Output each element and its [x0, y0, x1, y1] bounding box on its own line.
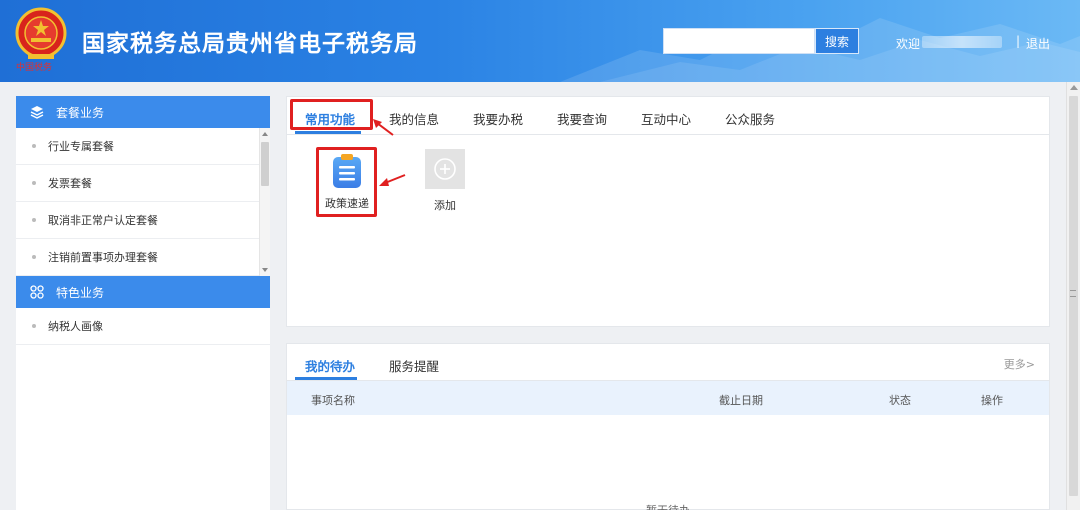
- tab-my-todo[interactable]: 我的待办: [305, 356, 355, 375]
- more-link[interactable]: 更多>: [1004, 356, 1035, 372]
- tab-my-info[interactable]: 我的信息: [389, 109, 439, 128]
- highlight-box-tab: [290, 99, 373, 130]
- logout-link[interactable]: 退出: [1026, 35, 1050, 52]
- sidebar: 套餐业务 行业专属套餐 发票套餐 取消非正常户认定套餐 注销前置事项办理套餐 特…: [16, 96, 270, 510]
- column-deadline: 截止日期: [719, 394, 763, 407]
- sidebar-section-featured[interactable]: 特色业务: [16, 276, 270, 308]
- sidebar-section-title: 特色业务: [56, 285, 105, 300]
- scroll-up-arrow-icon[interactable]: [262, 132, 268, 136]
- policy-express-tile[interactable]: 政策速递: [319, 153, 375, 211]
- active-tab-underline: [295, 131, 361, 134]
- bullet-dot: [32, 181, 36, 185]
- tab-service-reminder[interactable]: 服务提醒: [389, 356, 439, 375]
- search-button[interactable]: 搜索: [815, 28, 859, 54]
- column-item-name: 事项名称: [311, 394, 355, 407]
- bullet-dot: [32, 255, 36, 259]
- todo-panel: 我的待办 服务提醒 更多> 事项名称 截止日期 状态 操作 暂无待办: [286, 343, 1050, 510]
- common-functions-panel: 常用功能 我的信息 我要办税 我要查询 互动中心 公众服务 政策速递 添加: [286, 96, 1050, 327]
- sidebar-item-industry-package[interactable]: 行业专属套餐: [16, 128, 270, 165]
- column-status: 状态: [889, 394, 911, 407]
- scroll-down-arrow-icon[interactable]: [262, 268, 268, 272]
- todo-table-header: 事项名称 截止日期 状态 操作: [287, 381, 1049, 415]
- annotation-arrow-icon: [379, 174, 406, 186]
- function-tabs: 常用功能 我的信息 我要办税 我要查询 互动中心 公众服务: [287, 97, 1049, 135]
- sidebar-item-invoice-package[interactable]: 发票套餐: [16, 165, 270, 202]
- grid-icon: [30, 285, 44, 299]
- column-action: 操作: [981, 394, 1003, 407]
- sidebar-item-deregistration-package[interactable]: 注销前置事项办理套餐: [16, 239, 270, 276]
- tab-query[interactable]: 我要查询: [557, 109, 607, 128]
- search-input[interactable]: [663, 28, 815, 54]
- top-header: 中国税务 国家税务总局贵州省电子税务局 搜索 欢迎 | 退出: [0, 0, 1080, 82]
- sidebar-item-label: 行业专属套餐: [48, 140, 114, 153]
- todo-tabs: 我的待办 服务提醒 更多>: [287, 344, 1049, 381]
- header-separator: |: [1016, 34, 1021, 48]
- document-list-icon: [331, 153, 363, 189]
- scroll-up-arrow-icon[interactable]: [1070, 85, 1078, 90]
- bullet-dot: [32, 324, 36, 328]
- site-title: 国家税务总局贵州省电子税务局: [82, 31, 418, 57]
- scroll-thumb[interactable]: [261, 142, 269, 186]
- emblem-caption: 中国税务: [16, 63, 53, 73]
- active-tab-underline: [295, 377, 357, 380]
- layers-icon: [30, 105, 44, 119]
- sidebar-package-list: 行业专属套餐 发票套餐 取消非正常户认定套餐 注销前置事项办理套餐: [16, 128, 270, 276]
- username-redacted: [922, 36, 1002, 48]
- sidebar-scrollbar[interactable]: [259, 128, 270, 276]
- welcome-text: 欢迎: [896, 37, 921, 51]
- scroll-grip-icon: [1070, 290, 1076, 297]
- tab-tax-filing[interactable]: 我要办税: [473, 109, 523, 128]
- sidebar-section-title: 套餐业务: [56, 105, 105, 120]
- tab-public-service[interactable]: 公众服务: [725, 109, 775, 128]
- sidebar-section-package[interactable]: 套餐业务: [16, 96, 270, 128]
- plus-circle-icon: [425, 149, 465, 189]
- sidebar-item-label: 注销前置事项办理套餐: [48, 251, 158, 264]
- sidebar-item-taxpayer-profile[interactable]: 纳税人画像: [16, 308, 270, 345]
- annotation-arrow-icon: [373, 119, 394, 136]
- add-function-tile[interactable]: 添加: [425, 149, 465, 213]
- tab-interaction-center[interactable]: 互动中心: [641, 109, 691, 128]
- bullet-dot: [32, 144, 36, 148]
- sidebar-item-label: 取消非正常户认定套餐: [48, 214, 158, 227]
- sidebar-item-label: 纳税人画像: [48, 320, 103, 333]
- bullet-dot: [32, 218, 36, 222]
- policy-express-label: 政策速递: [325, 197, 369, 210]
- sidebar-item-label: 发票套餐: [48, 177, 92, 190]
- page-scrollbar[interactable]: [1066, 82, 1080, 510]
- empty-todo-text: 暂无待办: [287, 502, 1049, 510]
- sidebar-item-cancel-abnormal-package[interactable]: 取消非正常户认定套餐: [16, 202, 270, 239]
- add-function-label: 添加: [434, 199, 456, 212]
